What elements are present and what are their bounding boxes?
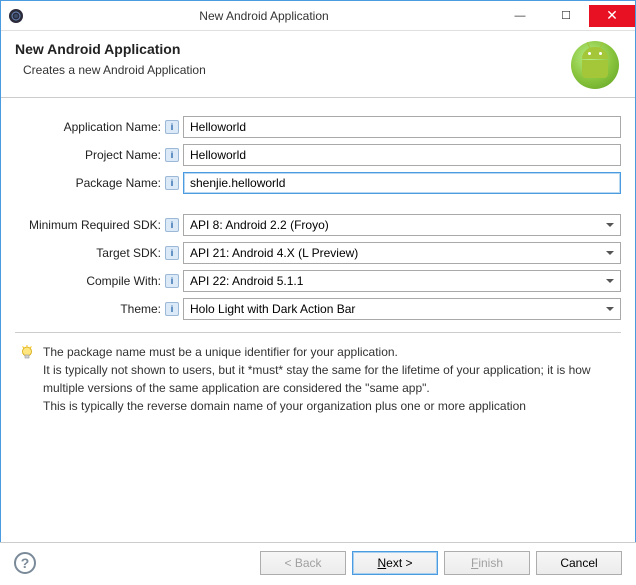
wizard-footer: ? < Back Next > Finish Cancel — [0, 542, 636, 585]
divider — [15, 332, 621, 333]
back-button[interactable]: < Back — [260, 551, 346, 575]
compile-with-label: Compile With: — [15, 274, 163, 288]
info-icon[interactable]: i — [165, 218, 179, 232]
info-icon[interactable]: i — [165, 148, 179, 162]
compile-with-select[interactable]: API 22: Android 5.1.1 — [183, 270, 621, 292]
help-icon[interactable]: ? — [14, 552, 36, 574]
info-icon[interactable]: i — [165, 120, 179, 134]
min-sdk-label: Minimum Required SDK: — [15, 218, 163, 232]
form-content: Application Name: i Project Name: i Pack… — [1, 98, 635, 421]
android-logo-icon — [571, 41, 619, 89]
package-name-label: Package Name: — [15, 176, 163, 190]
package-name-input[interactable] — [183, 172, 621, 194]
page-title: New Android Application — [15, 41, 563, 57]
minimize-button[interactable]: — — [497, 5, 543, 27]
page-subtitle: Creates a new Android Application — [15, 63, 563, 77]
next-button[interactable]: Next > — [352, 551, 438, 575]
info-icon[interactable]: i — [165, 274, 179, 288]
info-icon[interactable]: i — [165, 176, 179, 190]
tip-panel: The package name must be a unique identi… — [15, 343, 621, 415]
application-name-input[interactable] — [183, 116, 621, 138]
maximize-button[interactable]: ☐ — [543, 5, 589, 27]
titlebar: New Android Application — ☐ ✕ — [1, 1, 635, 31]
theme-label: Theme: — [15, 302, 163, 316]
project-name-label: Project Name: — [15, 148, 163, 162]
tip-text: The package name must be a unique identi… — [43, 343, 617, 415]
lightbulb-icon — [19, 345, 35, 361]
window-controls: — ☐ ✕ — [497, 5, 635, 27]
info-icon[interactable]: i — [165, 246, 179, 260]
window-title: New Android Application — [31, 9, 497, 23]
info-icon[interactable]: i — [165, 302, 179, 316]
target-sdk-label: Target SDK: — [15, 246, 163, 260]
wizard-header: New Android Application Creates a new An… — [1, 31, 635, 98]
min-sdk-select[interactable]: API 8: Android 2.2 (Froyo) — [183, 214, 621, 236]
target-sdk-select[interactable]: API 21: Android 4.X (L Preview) — [183, 242, 621, 264]
project-name-input[interactable] — [183, 144, 621, 166]
app-icon — [1, 1, 31, 31]
close-button[interactable]: ✕ — [589, 5, 635, 27]
application-name-label: Application Name: — [15, 120, 163, 134]
finish-button[interactable]: Finish — [444, 551, 530, 575]
cancel-button[interactable]: Cancel — [536, 551, 622, 575]
theme-select[interactable]: Holo Light with Dark Action Bar — [183, 298, 621, 320]
